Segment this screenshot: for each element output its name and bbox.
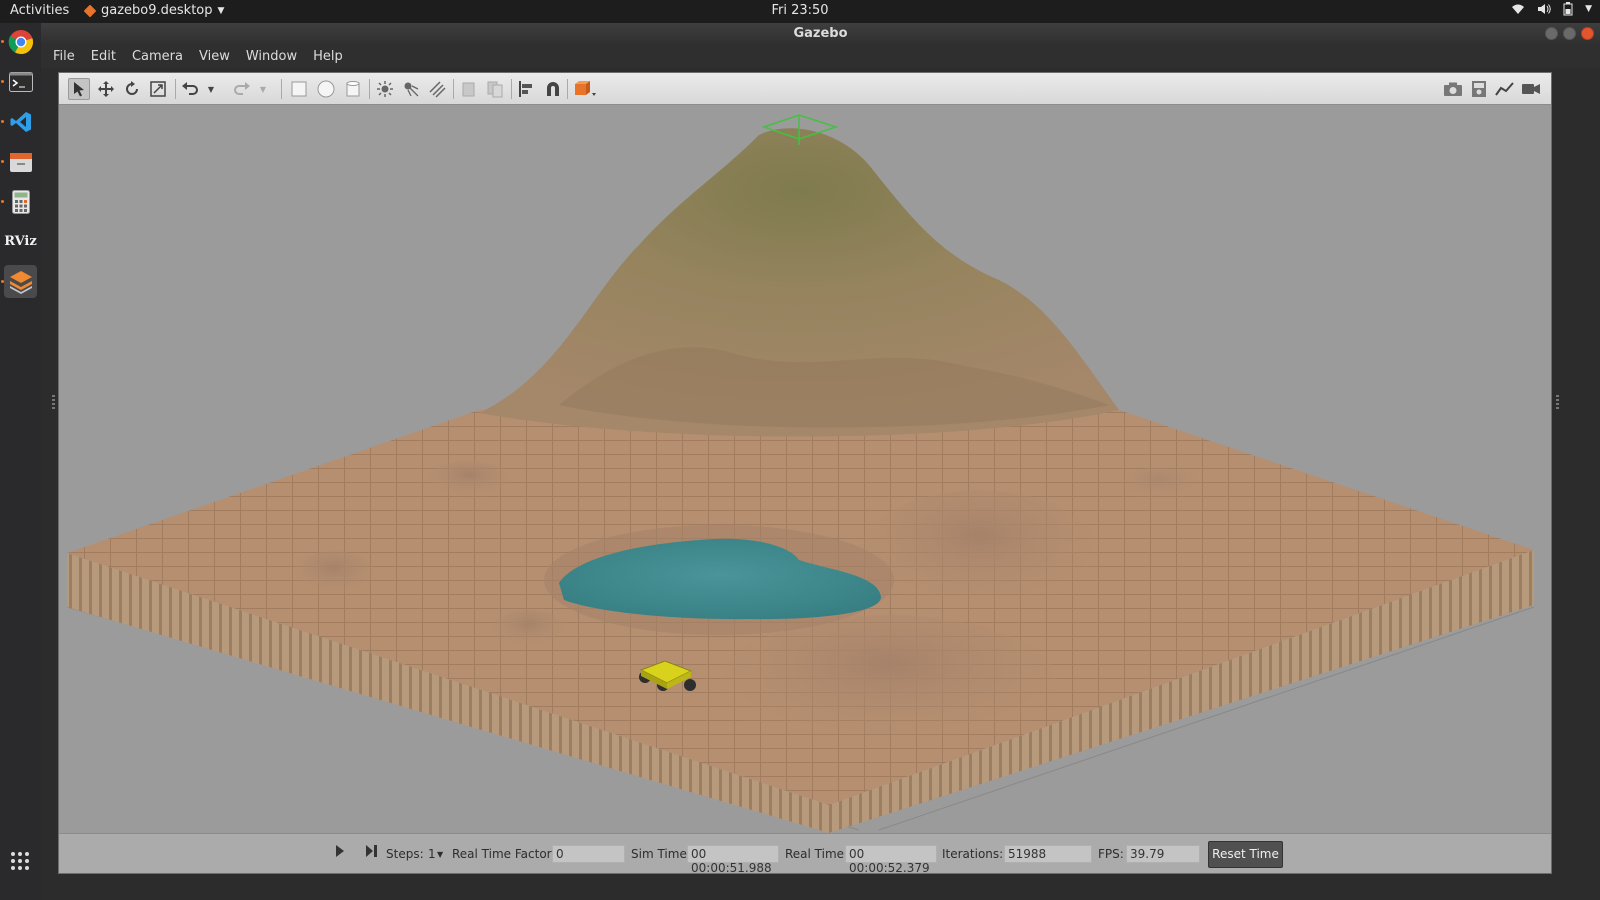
window-title-bar[interactable]: Gazebo xyxy=(41,23,1600,44)
terminal-icon[interactable] xyxy=(4,65,37,98)
plot-icon[interactable] xyxy=(1494,78,1516,100)
real-time-field: 00 00:00:52.379 xyxy=(845,845,937,875)
real-time-factor-field: 0 xyxy=(552,845,625,863)
rotate-mode-icon[interactable] xyxy=(121,78,143,100)
toolbar-separator xyxy=(453,79,454,99)
volume-icon xyxy=(1538,4,1551,14)
translate-mode-icon[interactable] xyxy=(95,78,117,100)
hill xyxy=(1119,467,1199,503)
iterations-field: 51988 xyxy=(1004,845,1092,863)
fps-field: 39.79 xyxy=(1126,845,1200,863)
scale-mode-icon[interactable] xyxy=(147,78,169,100)
gazebo-icon[interactable] xyxy=(4,265,37,298)
vscode-icon[interactable] xyxy=(4,105,37,138)
app-menu[interactable]: gazebo9.desktop ▼ xyxy=(83,3,225,18)
steps-value[interactable]: 1 xyxy=(428,847,436,861)
activities-button[interactable]: Activities xyxy=(10,3,69,18)
hill xyxy=(859,490,1099,620)
hill xyxy=(292,551,376,599)
redo-history-dropdown-icon[interactable]: ▼ xyxy=(257,78,269,100)
toolbar-separator xyxy=(175,79,176,99)
sim-time-label: Sim Time: xyxy=(631,847,691,861)
iterations-label: Iterations: xyxy=(942,847,1004,861)
system-menu-caret-icon: ▼ xyxy=(1585,4,1592,14)
minimize-button[interactable] xyxy=(1545,27,1558,40)
steps-label: Steps: xyxy=(386,847,424,861)
menu-file[interactable]: File xyxy=(53,49,75,64)
sphere-shape-icon[interactable] xyxy=(315,78,337,100)
undo-icon[interactable] xyxy=(179,78,201,100)
toolbar-separator xyxy=(369,79,370,99)
system-top-bar: Activities gazebo9.desktop ▼ Fri 23:50 ▼ xyxy=(0,0,1600,23)
battery-icon xyxy=(1563,2,1573,16)
sim-time-field: 00 00:00:51.988 xyxy=(687,845,779,875)
hill xyxy=(719,615,1059,755)
cylinder-shape-icon[interactable] xyxy=(342,78,364,100)
snap-magnet-icon[interactable] xyxy=(542,78,564,100)
real-time-factor-label: Real Time Factor: xyxy=(452,847,556,861)
system-tray[interactable]: ▼ xyxy=(1511,2,1592,16)
rviz-icon[interactable]: RViz xyxy=(4,225,37,258)
toolbar: ▼ ▼ xyxy=(59,73,1551,105)
chrome-icon[interactable] xyxy=(4,25,37,58)
steps-dropdown-icon[interactable]: ▼ xyxy=(437,850,443,859)
reset-time-button[interactable]: Reset Time xyxy=(1208,841,1283,868)
scene-viewport[interactable] xyxy=(59,105,1551,833)
wifi-icon xyxy=(1512,4,1525,14)
window-title: Gazebo xyxy=(793,26,848,41)
log-data-icon[interactable] xyxy=(1468,78,1490,100)
directional-light-icon[interactable] xyxy=(426,78,448,100)
show-applications-icon[interactable] xyxy=(11,852,29,870)
dock: RViz xyxy=(0,23,41,900)
real-time-label: Real Time: xyxy=(785,847,849,861)
spot-light-icon[interactable] xyxy=(400,78,422,100)
gazebo-mini-icon xyxy=(83,4,97,17)
hill xyxy=(427,461,511,501)
screenshot-camera-icon[interactable] xyxy=(1442,78,1464,100)
clock[interactable]: Fri 23:50 xyxy=(0,3,1600,18)
play-icon[interactable] xyxy=(335,844,345,861)
rviz-label: RViz xyxy=(4,234,37,249)
menu-camera[interactable]: Camera xyxy=(132,49,183,64)
status-bar: Steps: 1 ▼ Real Time Factor: 0 Sim Time:… xyxy=(59,833,1551,875)
caret-down-icon: ▼ xyxy=(217,5,225,16)
box-shape-icon[interactable] xyxy=(288,78,310,100)
redo-icon[interactable] xyxy=(231,78,253,100)
app-menu-label: gazebo9.desktop xyxy=(101,3,213,18)
right-panel-handle[interactable] xyxy=(1556,395,1559,411)
select-mode-icon[interactable] xyxy=(68,78,90,100)
fps-label: FPS: xyxy=(1098,847,1124,861)
menu-window[interactable]: Window xyxy=(246,49,297,64)
change-view-angle-icon[interactable] xyxy=(572,78,598,100)
point-light-icon[interactable] xyxy=(374,78,396,100)
files-icon[interactable] xyxy=(4,145,37,178)
toolbar-separator xyxy=(567,79,568,99)
paste-icon[interactable] xyxy=(484,78,506,100)
menu-bar: File Edit Camera View Window Help xyxy=(41,44,1600,68)
maximize-button[interactable] xyxy=(1563,27,1576,40)
left-panel-handle[interactable] xyxy=(52,395,55,411)
hill xyxy=(491,610,567,650)
calculator-icon[interactable] xyxy=(4,185,37,218)
align-icon[interactable] xyxy=(516,78,538,100)
gazebo-main-frame: ▼ ▼ Steps: 1 ▼ Real Time Factor: 0 Sim T… xyxy=(58,72,1552,875)
copy-icon[interactable] xyxy=(458,78,480,100)
undo-history-dropdown-icon[interactable]: ▼ xyxy=(205,78,217,100)
menu-view[interactable]: View xyxy=(199,49,230,64)
toolbar-separator xyxy=(511,79,512,99)
video-record-icon[interactable] xyxy=(1520,78,1542,100)
step-icon[interactable] xyxy=(365,844,379,861)
menu-help[interactable]: Help xyxy=(313,49,343,64)
menu-edit[interactable]: Edit xyxy=(91,49,116,64)
close-button[interactable] xyxy=(1581,27,1594,40)
toolbar-separator xyxy=(281,79,282,99)
